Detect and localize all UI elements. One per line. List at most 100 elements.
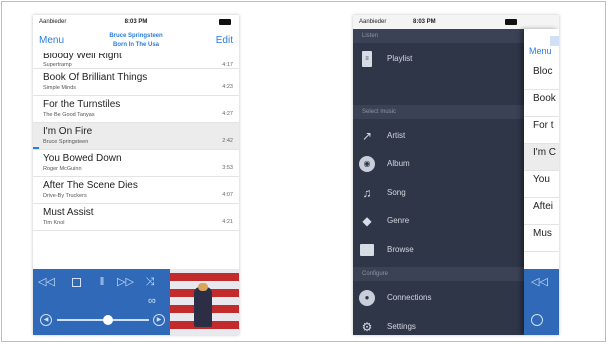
now-playing-album: Born In The Usa	[112, 42, 159, 48]
menu-item-label: Settings	[387, 322, 416, 331]
track-artist: Simple Minds	[43, 85, 77, 91]
pause-icon[interactable]: ‖	[95, 275, 109, 289]
track-title: Book Of Brilliant Things	[43, 72, 148, 83]
menu-item-playlist[interactable]: ≡ Playlist	[353, 45, 524, 73]
flag-stripe	[170, 273, 239, 281]
now-playing-title	[550, 36, 559, 46]
track-row-selected[interactable]: I'm On Fire Bruce Springsteen 2:42	[33, 123, 239, 150]
album-art-cap	[198, 283, 208, 291]
menu-item-label: Genre	[387, 216, 410, 225]
phone-side-menu: Aanbieder 8:03 PM Listen ≡ Playlist Sele…	[353, 15, 559, 335]
track-row[interactable]: Must Assist Tim Knol 4:21	[33, 204, 239, 231]
album-art-figure	[194, 287, 212, 327]
menu-item-artist[interactable]: ↗ Artist	[353, 122, 524, 150]
track-row[interactable]: For the Turnstiles The Be Good Tanyas 4:…	[33, 96, 239, 123]
menu-item-settings[interactable]: ⚙ Settings	[353, 313, 524, 335]
now-playing-title[interactable]: Bruce Springsteen Born In The Usa	[83, 32, 189, 50]
track-artist: The Be Good Tanyas	[43, 112, 95, 118]
menu-button[interactable]: Menu	[529, 46, 552, 56]
track-title: I'm C	[533, 147, 557, 158]
track-duration: 4:21	[222, 219, 233, 225]
track-artist: Bruce Springsteen	[43, 139, 89, 145]
volume-slider-knob[interactable]	[102, 315, 113, 325]
menu-button[interactable]: Menu	[39, 35, 64, 46]
repeat-icon[interactable]: ∞	[148, 295, 156, 307]
track-title: Aftei	[533, 201, 554, 212]
menu-item-connections[interactable]: ● Connections	[353, 284, 524, 312]
nav-bar: Menu Bruce Springsteen Born In The Usa E…	[33, 29, 239, 53]
track-row[interactable]: Book	[524, 90, 559, 117]
track-list[interactable]: Bloody Well Right Supertramp 4:17 Book O…	[33, 53, 239, 269]
track-duration: 3:53	[222, 165, 233, 171]
fast-forward-icon[interactable]: ▷▷	[117, 275, 134, 289]
track-duration: 4:23	[222, 84, 233, 90]
clock: 8:03 PM	[413, 19, 436, 25]
track-row[interactable]: After The Scene Dies Drive-By Truckers 4…	[33, 177, 239, 204]
tag-icon: ◆	[362, 214, 372, 228]
side-menu-drawer: Listen ≡ Playlist Select music ↗ Artist …	[353, 29, 524, 335]
track-row[interactable]: Mus	[524, 225, 559, 252]
track-duration: 2:42	[222, 138, 233, 144]
carrier-label: Aanbieder	[359, 19, 387, 25]
volume-down-icon[interactable]	[531, 314, 543, 326]
track-row[interactable]: Bloody Well Right Supertramp 4:17	[33, 53, 239, 69]
track-row[interactable]: You	[524, 171, 559, 198]
status-bar: Aanbieder 8:03 PM	[33, 15, 239, 29]
disc-icon: ◉	[359, 156, 375, 172]
section-header-configure: Configure	[353, 267, 524, 281]
rewind-icon[interactable]: ◁◁	[38, 275, 55, 289]
music-note-icon: ♫	[362, 186, 372, 200]
track-row[interactable]: You Bowed Down Roger McGuinn 3:53	[33, 150, 239, 177]
track-title: After The Scene Dies	[43, 180, 138, 191]
microphone-icon: ↗	[361, 129, 373, 143]
track-row[interactable]: For t	[524, 117, 559, 144]
track-duration: 4:17	[222, 62, 233, 68]
playlist-icon: ≡	[362, 51, 372, 67]
menu-item-genre[interactable]: ◆ Genre	[353, 207, 524, 235]
volume-down-icon[interactable]: ◀	[40, 314, 52, 326]
track-title: Must Assist	[43, 207, 94, 218]
menu-item-song[interactable]: ♫ Song	[353, 179, 524, 207]
track-title: You	[533, 174, 550, 185]
track-row[interactable]: Bloc	[524, 63, 559, 90]
menu-item-label: Connections	[387, 293, 432, 302]
main-view-peek[interactable]: Menu Bloc Book For t I'm C You Aftei Mus…	[524, 29, 559, 335]
battery-icon	[219, 19, 231, 25]
edit-button[interactable]: Edit	[216, 35, 233, 46]
track-title: For the Turnstiles	[43, 99, 121, 110]
track-row[interactable]: Aftei	[524, 198, 559, 225]
track-title: Bloody Well Right	[43, 53, 122, 61]
now-playing-artist: Bruce Springsteen	[109, 33, 163, 39]
track-title: You Bowed Down	[43, 153, 122, 164]
album-art[interactable]	[170, 269, 239, 335]
track-row-selected[interactable]: I'm C	[524, 144, 559, 171]
folder-icon	[360, 244, 374, 256]
playing-indicator	[33, 147, 39, 149]
track-title: For t	[533, 120, 554, 131]
menu-item-browse[interactable]: Browse	[353, 236, 524, 264]
status-bar: Aanbieder 8:03 PM	[353, 15, 559, 29]
clock: 8:03 PM	[124, 19, 148, 25]
section-header-listen: Listen	[353, 29, 524, 43]
section-header-select-music: Select music	[353, 105, 524, 119]
track-duration: 4:27	[222, 111, 233, 117]
track-artist: Drive-By Truckers	[43, 193, 87, 199]
menu-item-label: Song	[387, 188, 406, 197]
track-title: Bloc	[533, 66, 553, 77]
menu-item-label: Album	[387, 159, 410, 168]
track-artist: Roger McGuinn	[43, 166, 82, 172]
menu-item-label: Browse	[387, 245, 414, 254]
rewind-icon[interactable]: ◁◁	[531, 275, 548, 288]
battery-icon	[505, 19, 517, 25]
volume-up-icon[interactable]: ▶	[153, 314, 165, 326]
track-row[interactable]: Book Of Brilliant Things Simple Minds 4:…	[33, 69, 239, 96]
menu-item-label: Artist	[387, 131, 406, 140]
track-title: I'm On Fire	[43, 126, 93, 137]
shuffle-icon[interactable]: ⤨	[143, 275, 157, 289]
phone-track-list: Aanbieder 8:03 PM Menu Bruce Springsteen…	[33, 15, 239, 335]
connections-icon: ●	[359, 290, 375, 306]
track-duration: 4:07	[222, 192, 233, 198]
track-artist: Tim Knol	[43, 220, 65, 226]
menu-item-album[interactable]: ◉ Album	[353, 150, 524, 178]
stop-icon[interactable]	[72, 278, 81, 287]
